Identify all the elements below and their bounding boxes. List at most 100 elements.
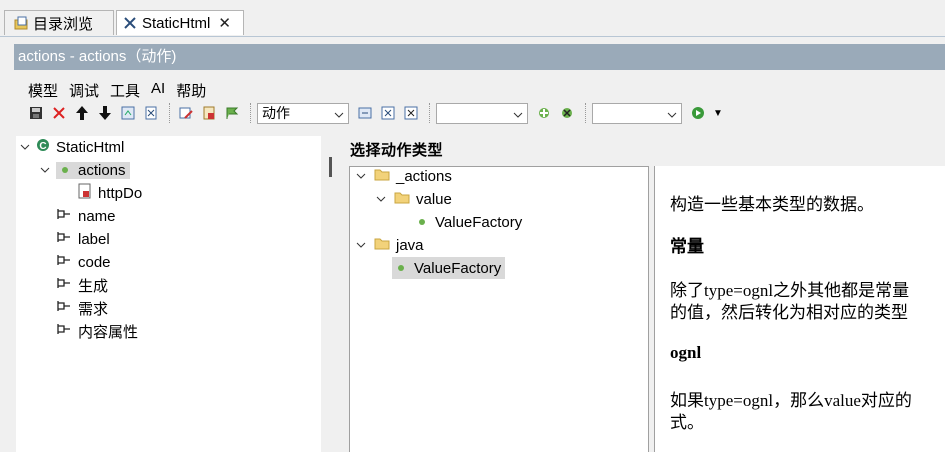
tree-node-java-valuefactory[interactable]: ValueFactory: [392, 257, 506, 279]
move-up-icon[interactable]: [72, 103, 92, 123]
flag-icon[interactable]: [222, 103, 242, 123]
toolbar: 动作 ▼: [26, 101, 723, 125]
run-config-combo[interactable]: [592, 102, 682, 124]
secondary-combo[interactable]: [436, 102, 528, 124]
attribute-icon: [56, 230, 72, 248]
tree-label: value: [416, 190, 452, 208]
move-down-icon[interactable]: [95, 103, 115, 123]
tree-label: StaticHtml: [56, 138, 125, 156]
combo-value: 动作: [262, 105, 290, 121]
toolbar-separator: [585, 103, 587, 123]
attribute-icon: [56, 299, 72, 317]
menu-bar: 模型 调试 工具 AI 帮助: [28, 80, 217, 100]
refresh-icon[interactable]: [118, 103, 138, 123]
menu-tools[interactable]: 工具: [110, 80, 140, 100]
tree-node-attribute[interactable]: 内容属性: [56, 320, 138, 342]
tab-directory-browse[interactable]: 目录浏览: [4, 10, 114, 35]
tree-node-root[interactable]: C StaticHtml: [20, 136, 124, 158]
dot-icon: [417, 214, 427, 231]
toolbar-separator: [169, 103, 171, 123]
toolbar-separator: [429, 103, 431, 123]
class-icon: C: [36, 138, 50, 156]
panel-splitter[interactable]: [329, 157, 332, 177]
attribute-icon: [56, 253, 72, 271]
folder-page-icon: [13, 15, 29, 31]
menu-ai[interactable]: AI: [151, 80, 165, 100]
folder-icon: [394, 191, 410, 208]
folder-icon: [374, 168, 390, 185]
tab-label: 目录浏览: [33, 15, 94, 33]
tree-node-attribute[interactable]: label: [56, 228, 110, 250]
attribute-icon: [56, 207, 72, 225]
open-icon[interactable]: [355, 103, 375, 123]
chevron-down-icon[interactable]: [356, 240, 366, 250]
tree-label: actions: [78, 161, 126, 179]
tree-label: name: [78, 207, 116, 225]
toolbar-separator: [250, 103, 252, 123]
close-icon[interactable]: [401, 103, 421, 123]
file-script-icon: [78, 183, 92, 203]
tree-node-java-folder[interactable]: java: [356, 234, 424, 256]
chevron-down-icon: [513, 105, 523, 121]
tree-node-attribute[interactable]: 生成: [56, 274, 108, 296]
save-icon[interactable]: [26, 103, 46, 123]
tree-selected-item[interactable]: actions: [56, 161, 130, 179]
tree-label: code: [78, 253, 111, 271]
export-icon[interactable]: [141, 103, 161, 123]
description-heading: 常量: [670, 237, 704, 256]
run-dropdown-icon[interactable]: ▼: [713, 108, 723, 119]
menu-help[interactable]: 帮助: [176, 80, 206, 100]
attribute-icon: [56, 322, 72, 340]
tree-node-attribute[interactable]: 需求: [56, 297, 108, 319]
add-icon[interactable]: [534, 103, 554, 123]
remove-icon[interactable]: [557, 103, 577, 123]
run-icon[interactable]: [688, 103, 708, 123]
script-icon[interactable]: [199, 103, 219, 123]
attribute-icon: [56, 276, 72, 294]
folder-icon: [374, 237, 390, 254]
tree-label: ValueFactory: [435, 213, 523, 231]
description-text: 如果type=ognl，那么value对应的: [670, 391, 912, 410]
chevron-down-icon[interactable]: [40, 165, 50, 175]
action-type-heading: 选择动作类型: [350, 142, 444, 159]
tree-node-attribute[interactable]: name: [56, 205, 116, 227]
tree-node-attribute[interactable]: code: [56, 251, 111, 273]
description-text: 式。: [670, 413, 704, 432]
tree-node-value-folder[interactable]: value: [376, 188, 452, 210]
chevron-down-icon[interactable]: [376, 194, 386, 204]
tree-label: httpDo: [98, 184, 143, 202]
close-icon[interactable]: ✕: [218, 14, 231, 32]
description-heading: ognl: [670, 343, 702, 362]
chevron-down-icon: [667, 105, 677, 121]
description-content: 构造一些基本类型的数据。 常量 除了type=ognl之外其他都是常量 的值，然…: [660, 172, 945, 452]
tab-statichtml[interactable]: StaticHtml ✕: [116, 10, 244, 35]
chevron-down-icon[interactable]: [356, 171, 366, 181]
tree-label: 内容属性: [78, 323, 139, 341]
tab-label: StaticHtml: [142, 14, 211, 32]
menu-model[interactable]: 模型: [28, 80, 58, 100]
tree-node-actions[interactable]: actions: [40, 159, 130, 181]
svg-text:C: C: [39, 141, 46, 152]
delete-icon[interactable]: [49, 103, 69, 123]
edit-icon[interactable]: [176, 103, 196, 123]
chevron-down-icon: [334, 105, 344, 121]
chevron-down-icon[interactable]: [20, 142, 30, 152]
tree-label: ValueFactory: [414, 259, 502, 277]
tree-label: label: [78, 230, 110, 248]
dot-icon: [60, 162, 70, 179]
debug-icon[interactable]: [378, 103, 398, 123]
tree-label: java: [396, 236, 424, 254]
tree-label: 生成: [78, 277, 109, 295]
tree-label: 需求: [78, 300, 109, 318]
editor-title: actions - actions（动作): [14, 44, 945, 70]
menu-debug[interactable]: 调试: [69, 80, 99, 100]
tree-node-actions-folder[interactable]: _actions: [356, 165, 452, 187]
description-text: 的值，然后转化为相对应的类型: [670, 303, 908, 322]
action-type-combo[interactable]: 动作: [257, 102, 349, 124]
tree-node-valuefactory[interactable]: ValueFactory: [417, 211, 522, 233]
tool-icon: [122, 15, 138, 31]
description-text: 构造一些基本类型的数据。: [670, 195, 874, 214]
dot-icon: [396, 260, 406, 277]
tree-label: _actions: [396, 167, 452, 185]
tree-node-httpdo[interactable]: httpDo: [78, 182, 142, 204]
